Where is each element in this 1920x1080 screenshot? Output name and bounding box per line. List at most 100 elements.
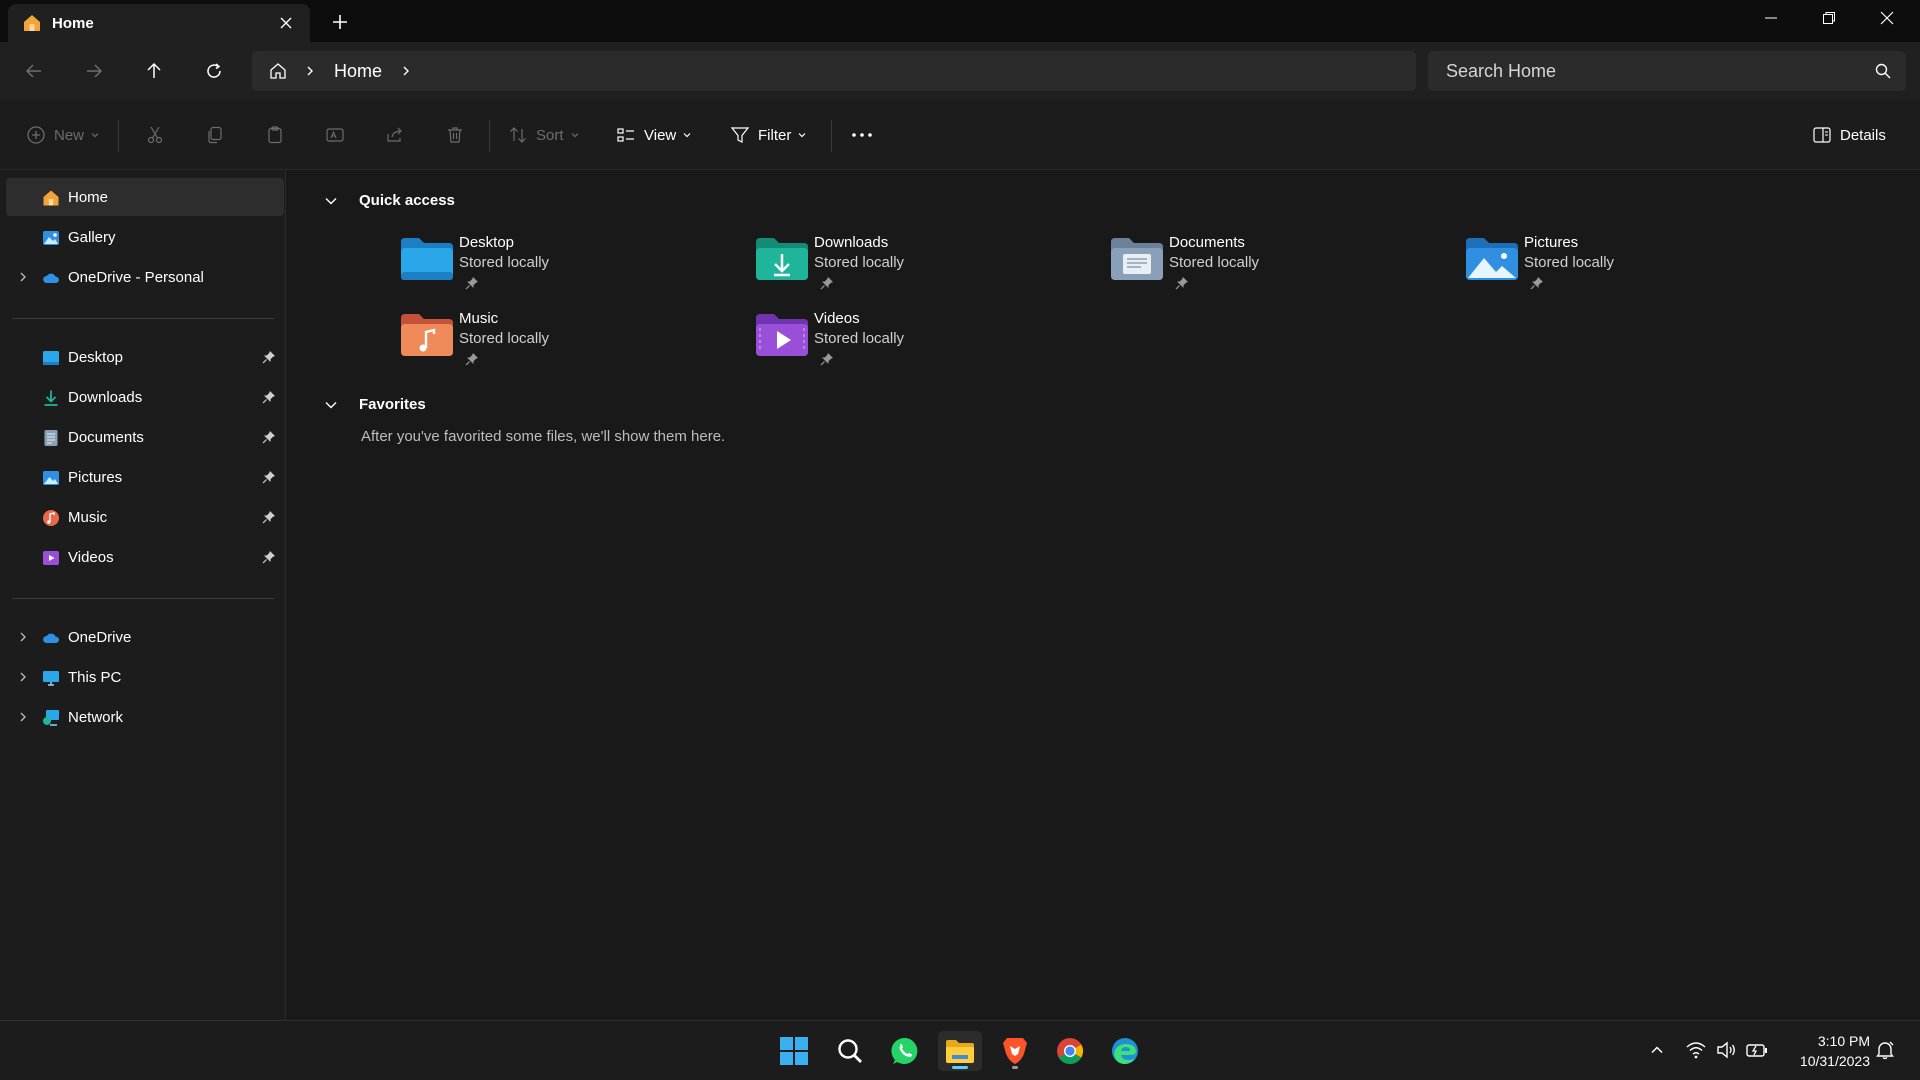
chevron-right-icon[interactable] bbox=[16, 270, 30, 284]
start-button[interactable] bbox=[772, 1031, 816, 1071]
forward-button[interactable] bbox=[77, 54, 111, 88]
pin-icon[interactable] bbox=[262, 470, 276, 484]
file-explorer-icon bbox=[946, 1040, 974, 1063]
new-tab-icon[interactable] bbox=[328, 10, 352, 34]
file-explorer-taskbar-button[interactable] bbox=[938, 1031, 982, 1071]
chevron-right-icon[interactable] bbox=[16, 670, 30, 684]
arrow-left-icon bbox=[25, 64, 41, 78]
sidebar-item-this-pc[interactable]: This PC bbox=[6, 658, 284, 696]
quick-access-header[interactable]: Quick access bbox=[323, 192, 455, 209]
sidebar-item-network[interactable]: Network bbox=[6, 698, 284, 736]
details-pane-button[interactable]: Details bbox=[1812, 118, 1886, 152]
address-bar[interactable]: Home bbox=[252, 51, 1416, 91]
sidebar-item-onedrive[interactable]: OneDrive bbox=[6, 618, 284, 656]
share-button[interactable] bbox=[385, 118, 405, 152]
sidebar-item-downloads[interactable]: Downloads bbox=[6, 378, 284, 416]
chevron-right-icon[interactable] bbox=[304, 65, 316, 77]
more-icon bbox=[852, 133, 872, 137]
taskbar: 3:10 PM 10/31/2023 bbox=[0, 1020, 1920, 1080]
cut-button[interactable] bbox=[145, 118, 165, 152]
show-hidden-icons-button[interactable] bbox=[1646, 1039, 1668, 1061]
chrome-icon bbox=[1057, 1038, 1084, 1065]
clock-date: 10/31/2023 bbox=[1799, 1053, 1870, 1069]
chevron-right-icon[interactable] bbox=[400, 65, 412, 77]
quick-access-music[interactable]: Music Stored locally bbox=[387, 304, 727, 370]
whatsapp-button[interactable] bbox=[883, 1031, 927, 1071]
quick-access-documents[interactable]: Documents Stored locally bbox=[1097, 228, 1437, 294]
pin-icon[interactable] bbox=[262, 390, 276, 404]
sidebar-item-label: OneDrive - Personal bbox=[68, 269, 204, 286]
rename-button[interactable] bbox=[325, 118, 345, 152]
sort-icon bbox=[510, 127, 526, 143]
edge-icon bbox=[1112, 1038, 1138, 1064]
pin-icon[interactable] bbox=[262, 550, 276, 564]
search-icon bbox=[838, 1039, 862, 1063]
copy-icon bbox=[208, 126, 222, 144]
search-icon[interactable] bbox=[1874, 62, 1892, 80]
breadcrumb-home[interactable]: Home bbox=[334, 61, 382, 82]
onedrive-icon bbox=[43, 273, 60, 283]
sidebar-item-label: OneDrive bbox=[68, 629, 132, 646]
wifi-button[interactable] bbox=[1685, 1039, 1707, 1061]
title-bar: Home bbox=[0, 0, 1920, 42]
view-button[interactable]: View bbox=[616, 118, 692, 152]
sidebar-item-home[interactable]: Home bbox=[6, 178, 284, 216]
videos-icon bbox=[43, 551, 59, 565]
restore-button[interactable] bbox=[1800, 0, 1858, 36]
sidebar-item-onedrive-personal[interactable]: OneDrive - Personal bbox=[6, 258, 284, 296]
edge-button[interactable] bbox=[1103, 1031, 1147, 1071]
brave-button[interactable] bbox=[993, 1031, 1037, 1071]
music-folder-icon bbox=[401, 314, 453, 356]
quick-access-videos[interactable]: Videos Stored locally bbox=[742, 304, 1082, 370]
sidebar-item-documents[interactable]: Documents bbox=[6, 418, 284, 456]
back-button[interactable] bbox=[17, 54, 51, 88]
chevron-down-icon bbox=[91, 133, 99, 138]
new-button[interactable]: New bbox=[26, 118, 100, 152]
sidebar-item-music[interactable]: Music bbox=[6, 498, 284, 536]
quick-access-name: Downloads bbox=[814, 234, 889, 251]
chevron-down-icon bbox=[798, 133, 806, 138]
chevron-down-icon[interactable] bbox=[323, 397, 339, 413]
pin-icon bbox=[820, 353, 833, 366]
quick-access-name: Music bbox=[459, 310, 499, 327]
quick-access-downloads[interactable]: Downloads Stored locally bbox=[742, 228, 1082, 294]
taskbar-search-button[interactable] bbox=[828, 1031, 872, 1071]
paste-button[interactable] bbox=[265, 118, 285, 152]
more-options-button[interactable] bbox=[850, 118, 874, 152]
pin-icon[interactable] bbox=[262, 510, 276, 524]
sidebar-item-desktop[interactable]: Desktop bbox=[6, 338, 284, 376]
copy-button[interactable] bbox=[205, 118, 225, 152]
chevron-right-icon[interactable] bbox=[16, 710, 30, 724]
taskbar-clock[interactable]: 3:10 PM 10/31/2023 bbox=[1780, 1031, 1870, 1071]
up-button[interactable] bbox=[137, 54, 171, 88]
chevron-right-icon[interactable] bbox=[16, 630, 30, 644]
quick-access-desktop[interactable]: Desktop Stored locally bbox=[387, 228, 727, 294]
search-input[interactable] bbox=[1428, 51, 1848, 91]
chevron-down-icon[interactable] bbox=[323, 193, 339, 209]
battery-button[interactable] bbox=[1746, 1039, 1768, 1061]
battery-icon bbox=[1746, 1044, 1767, 1057]
home-icon bbox=[43, 190, 59, 206]
sidebar-item-videos[interactable]: Videos bbox=[6, 538, 284, 576]
sort-button[interactable]: Sort bbox=[508, 118, 580, 152]
refresh-button[interactable] bbox=[197, 54, 231, 88]
close-window-button[interactable] bbox=[1858, 0, 1916, 36]
volume-button[interactable] bbox=[1715, 1039, 1737, 1061]
favorites-title: Favorites bbox=[359, 396, 426, 413]
minimize-button[interactable] bbox=[1742, 0, 1800, 36]
quick-access-status: Stored locally bbox=[1524, 254, 1615, 271]
delete-button[interactable] bbox=[445, 118, 465, 152]
chrome-button[interactable] bbox=[1048, 1031, 1092, 1071]
close-tab-icon[interactable] bbox=[276, 13, 296, 33]
pin-icon[interactable] bbox=[262, 430, 276, 444]
sidebar-item-pictures[interactable]: Pictures bbox=[6, 458, 284, 496]
command-bar: New Sort View Filter Details bbox=[0, 100, 1920, 170]
home-outline-icon[interactable] bbox=[268, 61, 288, 81]
notifications-button[interactable] bbox=[1874, 1039, 1896, 1061]
pin-icon[interactable] bbox=[262, 350, 276, 364]
tab-home[interactable]: Home bbox=[8, 4, 310, 42]
quick-access-pictures[interactable]: Pictures Stored locally bbox=[1452, 228, 1792, 294]
filter-button[interactable]: Filter bbox=[730, 118, 807, 152]
favorites-header[interactable]: Favorites bbox=[323, 396, 426, 413]
sidebar-item-gallery[interactable]: Gallery bbox=[6, 218, 284, 256]
